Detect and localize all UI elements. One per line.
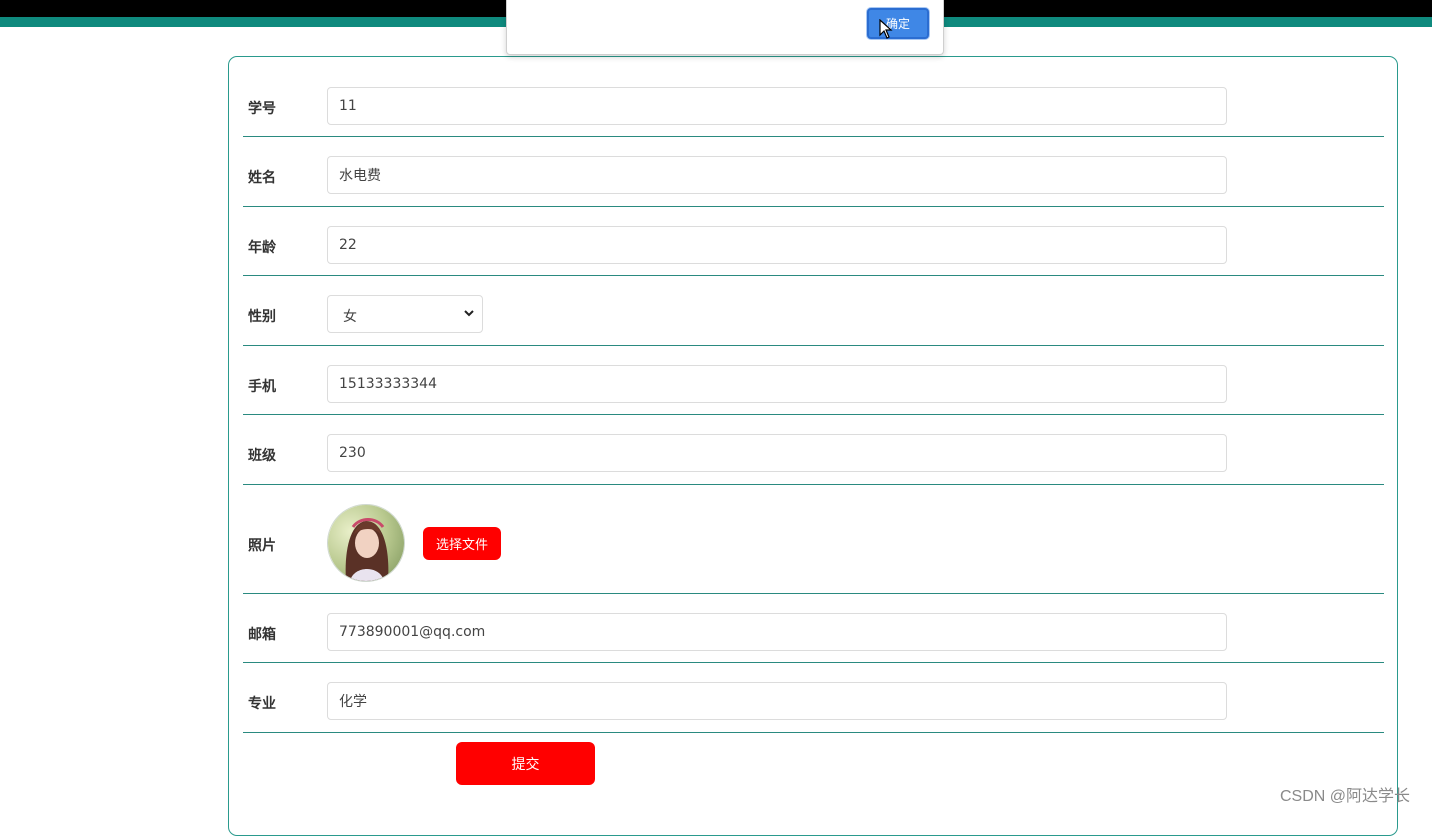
form-row-photo: 照片 选择文件 <box>243 484 1384 594</box>
form-row-major: 专业 <box>243 662 1384 733</box>
major-input[interactable] <box>327 682 1227 720</box>
form-row-name: 姓名 <box>243 136 1384 207</box>
name-input[interactable] <box>327 156 1227 194</box>
mouse-pointer-icon <box>879 19 893 39</box>
choose-file-button[interactable]: 选择文件 <box>423 527 501 560</box>
watermark: CSDN @阿达学长 <box>1280 788 1411 805</box>
form-row-phone: 手机 <box>243 345 1384 415</box>
ok-button[interactable]: 确定 <box>867 8 929 39</box>
name-label: 姓名 <box>248 170 276 186</box>
form-row-gender: 性别 女 <box>243 275 1384 346</box>
phone-input[interactable] <box>327 365 1227 403</box>
form-row-student-id: 学号 <box>243 57 1384 137</box>
student-form-card: 学号 姓名 年龄 性别 女 手机 班级 照片 <box>228 56 1398 836</box>
gender-selected-value: 女 <box>343 309 357 325</box>
email-input[interactable] <box>327 613 1227 651</box>
class-input[interactable] <box>327 434 1227 472</box>
gender-select[interactable]: 女 <box>327 295 483 333</box>
form-row-email: 邮箱 <box>243 593 1384 663</box>
student-id-label: 学号 <box>248 101 276 117</box>
age-label: 年龄 <box>248 240 276 256</box>
gender-label: 性别 <box>248 309 276 325</box>
avatar <box>327 504 405 582</box>
phone-label: 手机 <box>248 379 276 395</box>
student-id-input[interactable] <box>327 87 1227 125</box>
age-input[interactable] <box>327 226 1227 264</box>
major-label: 专业 <box>248 696 276 712</box>
submit-button[interactable]: 提交 <box>456 742 595 785</box>
class-label: 班级 <box>248 448 276 464</box>
form-row-class: 班级 <box>243 414 1384 485</box>
email-label: 邮箱 <box>248 627 276 643</box>
avatar-photo <box>328 505 404 581</box>
form-row-age: 年龄 <box>243 206 1384 276</box>
chevron-down-icon <box>464 310 474 317</box>
photo-label: 照片 <box>248 538 276 554</box>
